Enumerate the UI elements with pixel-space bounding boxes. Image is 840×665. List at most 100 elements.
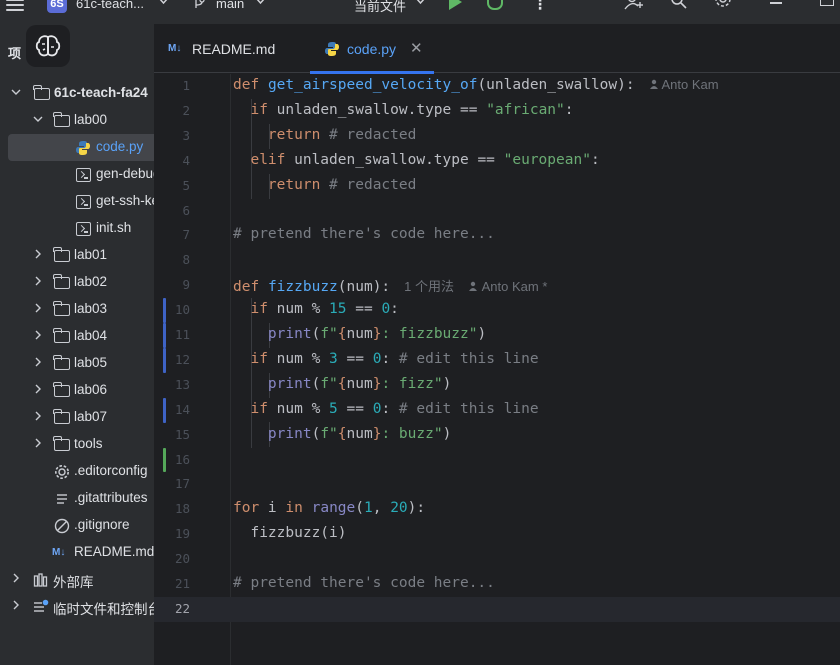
tree-item-scratches[interactable]: 临时文件和控制台	[0, 593, 154, 620]
code-line: 8	[154, 248, 840, 273]
tree-item-lab00[interactable]: lab00	[0, 107, 154, 134]
user-icon	[649, 79, 658, 89]
code-line: 17	[154, 472, 840, 497]
tree-item-label: gen-debug	[96, 166, 154, 181]
line-number: 20	[174, 551, 190, 567]
tree-item-lab03[interactable]: lab03	[0, 296, 154, 323]
code-text: if num % 15 == 0:	[250, 301, 399, 318]
line-number: 14	[174, 401, 190, 417]
project-panel-title: 项	[8, 46, 22, 61]
run-configuration[interactable]: 当前文件	[354, 0, 406, 15]
code-line: 16	[154, 447, 840, 473]
project-name[interactable]: 61c-teach...	[76, 0, 144, 11]
folder-icon	[33, 85, 50, 100]
tree-item-gitattributes[interactable]: .gitattributes	[0, 485, 154, 512]
tree-item-lab07[interactable]: lab07	[0, 404, 154, 431]
tree-item-lab06[interactable]: lab06	[0, 377, 154, 404]
chevron-right-icon[interactable]	[11, 600, 21, 610]
search-icon[interactable]	[670, 0, 688, 10]
chevron-right-icon[interactable]	[33, 438, 43, 448]
tree-item-get-ssh-key[interactable]: get-ssh-key	[0, 188, 154, 215]
line-number: 13	[174, 376, 190, 392]
line-number: 3	[182, 127, 190, 143]
author-inlay[interactable]: Anto Kam *	[468, 279, 547, 294]
chevron-down-icon[interactable]	[158, 0, 169, 8]
project-badge[interactable]: 6S	[47, 0, 67, 13]
code-line: 10 if num % 15 == 0:	[154, 298, 840, 323]
chevron-right-icon[interactable]	[33, 330, 43, 340]
project-tool-window: 项 61c-teach-fa24 lab00 code.py gen-debu g…	[0, 24, 154, 665]
tree-item-label: .editorconfig	[74, 463, 148, 478]
tree-item-lab04[interactable]: lab04	[0, 323, 154, 350]
chevron-right-icon[interactable]	[33, 249, 43, 259]
shell-script-icon	[76, 195, 91, 209]
tree-item-gitignore[interactable]: .gitignore	[0, 512, 154, 539]
chevron-right-icon[interactable]	[11, 573, 21, 583]
code-line: 4 elif unladen_swallow.type == "european…	[154, 149, 840, 174]
debug-icon[interactable]	[487, 0, 503, 10]
code-line: 14 if num % 5 == 0: # edit this line	[154, 397, 840, 423]
author-inlay[interactable]: Anto Kam	[649, 77, 719, 92]
code-line: 19 fizzbuzz(i)	[154, 522, 840, 547]
code-text: print(f"{num}: buzz")	[267, 425, 452, 442]
main-menu-icon[interactable]	[6, 0, 24, 13]
add-user-icon[interactable]	[624, 0, 643, 10]
chevron-right-icon[interactable]	[33, 276, 43, 286]
tree-item-label: lab05	[74, 355, 108, 370]
minimize-icon[interactable]	[770, 2, 782, 4]
tree-item-label: lab01	[74, 247, 108, 262]
settings-icon[interactable]	[714, 0, 732, 10]
maximize-icon[interactable]	[820, 0, 834, 6]
branch-name[interactable]: main	[216, 0, 244, 11]
line-number: 17	[174, 476, 190, 492]
tree-item-lab01[interactable]: lab01	[0, 242, 154, 269]
git-branch-icon[interactable]	[192, 0, 206, 10]
tree-item-init-sh[interactable]: init.sh	[0, 215, 154, 242]
line-number: 16	[174, 451, 190, 467]
tab-code-py[interactable]: code.py ✕	[310, 24, 434, 74]
tree-item-label: code.py	[96, 139, 144, 154]
code-text: print(f"{num}: fizzbuzz")	[267, 326, 487, 342]
chevron-down-icon[interactable]	[415, 0, 426, 8]
chevron-down-icon[interactable]	[255, 0, 266, 8]
chevron-right-icon[interactable]	[33, 357, 43, 367]
tab-label: code.py	[347, 41, 397, 57]
code-line-current: 22	[154, 596, 840, 622]
code-line: 9 def fizzbuzz(num): 1 个用法 Anto Kam *	[154, 273, 840, 298]
tree-item-readme[interactable]: M↓ README.md	[0, 539, 154, 566]
tree-item-lab02[interactable]: lab02	[0, 269, 154, 296]
folder-icon	[53, 328, 70, 343]
markdown-icon: M↓	[52, 547, 66, 558]
run-icon[interactable]	[449, 0, 462, 10]
folder-icon	[53, 112, 70, 127]
tab-readme[interactable]: M↓ README.md	[154, 24, 302, 73]
tree-item-editorconfig[interactable]: .editorconfig	[0, 458, 154, 485]
tree-item-root-folder[interactable]: 61c-teach-fa24	[0, 80, 154, 107]
usages-inlay[interactable]: 1 个用法	[404, 279, 454, 294]
code-text: if unladen_swallow.type == "african":	[250, 101, 574, 118]
tree-item-code-py[interactable]: code.py	[8, 134, 154, 161]
tree-item-label: get-ssh-key	[96, 193, 154, 208]
code-line: 2 if unladen_swallow.type == "african":	[154, 99, 840, 124]
tree-item-external-libraries[interactable]: 外部库	[0, 566, 154, 593]
chevron-down-icon[interactable]	[33, 114, 43, 124]
chevron-right-icon[interactable]	[33, 303, 43, 313]
code-line: 20	[154, 547, 840, 572]
ai-assistant-button[interactable]	[26, 25, 70, 67]
shell-script-icon	[76, 168, 91, 182]
more-actions-icon[interactable]: ⋮	[533, 0, 547, 13]
editor-tab-bar: M↓ README.md code.py ✕	[154, 24, 840, 74]
scratches-icon	[33, 599, 49, 614]
code-editor[interactable]: 1 def get_airspeed_velocity_of(unladen_s…	[154, 74, 840, 665]
tree-item-label: tools	[74, 436, 103, 451]
chevron-right-icon[interactable]	[33, 411, 43, 421]
brain-icon	[35, 35, 61, 57]
close-icon[interactable]: ✕	[410, 39, 423, 57]
tree-item-lab05[interactable]: lab05	[0, 350, 154, 377]
folder-icon	[53, 355, 70, 370]
line-number: 6	[182, 202, 190, 218]
tree-item-tools[interactable]: tools	[0, 431, 154, 458]
chevron-down-icon[interactable]	[11, 87, 21, 97]
chevron-right-icon[interactable]	[33, 384, 43, 394]
tree-item-gen-debug[interactable]: gen-debug	[0, 161, 154, 188]
